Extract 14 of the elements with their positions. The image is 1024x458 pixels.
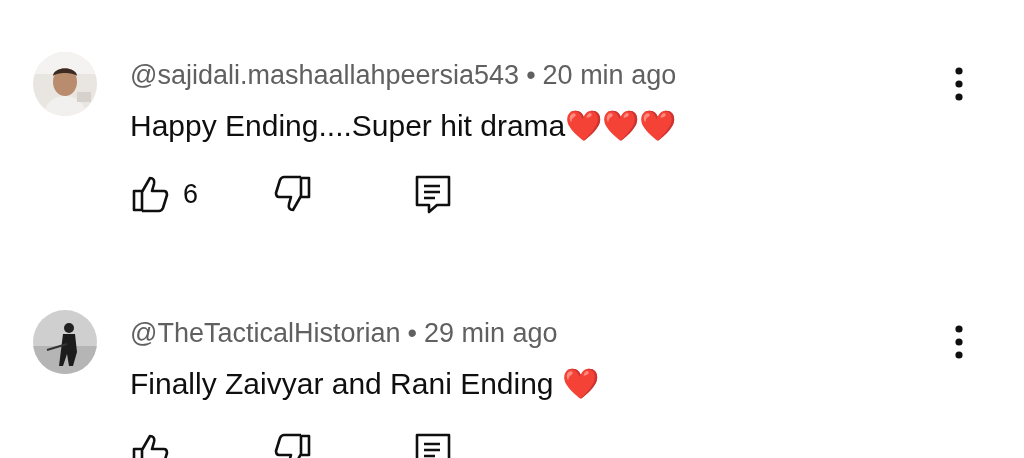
separator-dot: • xyxy=(526,59,536,90)
thumbs-down-icon[interactable] xyxy=(273,174,313,214)
menu-icon[interactable] xyxy=(954,324,964,360)
separator-dot: • xyxy=(407,317,417,348)
thumbs-up-icon[interactable] xyxy=(130,174,170,214)
like-count: 6 xyxy=(183,178,199,210)
comment-time: 20 min ago xyxy=(542,59,677,90)
comment-text: Happy Ending....Super hit drama❤❤❤ xyxy=(130,108,678,144)
comment-text: Finally Zaivyar and Rani Ending ❤ xyxy=(130,366,600,402)
comment-time: 29 min ago xyxy=(423,317,558,348)
author-name[interactable]: @sajidali.mashaallahpeersia543 xyxy=(130,59,520,90)
menu-icon[interactable] xyxy=(954,66,964,102)
comment-icon[interactable] xyxy=(413,174,453,214)
author-name[interactable]: @TheTacticalHistorian xyxy=(130,317,401,348)
